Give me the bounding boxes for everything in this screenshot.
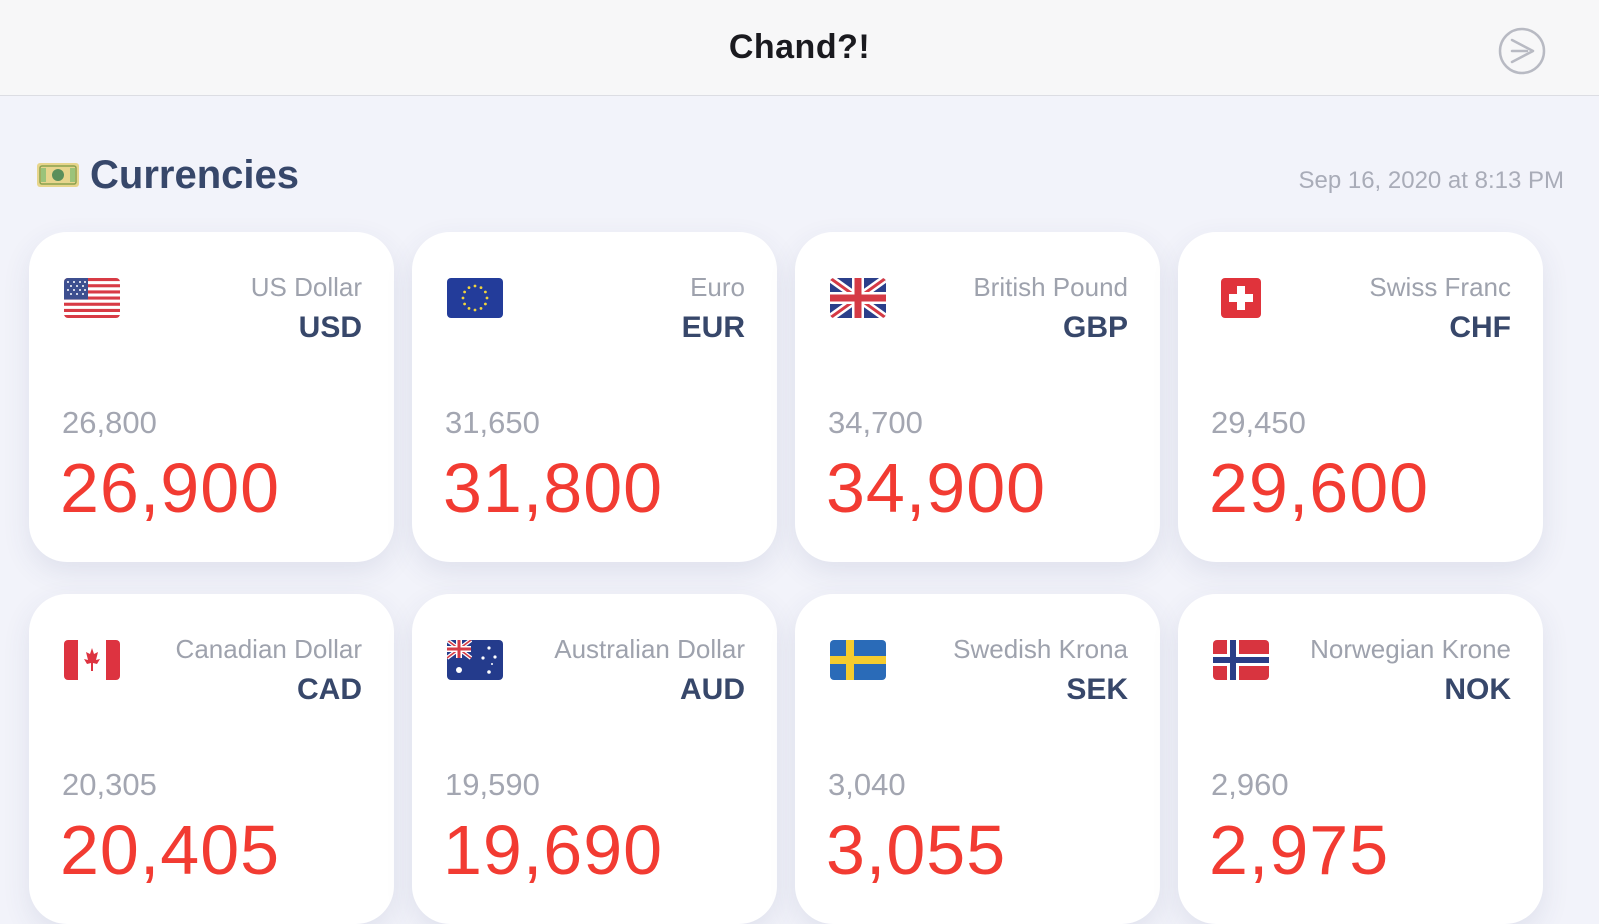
buy-price: 3,040 [828,767,906,802]
currency-code: CHF [1449,311,1511,344]
sell-price: 34,900 [826,449,1047,527]
currency-card-gbp[interactable]: British Pound GBP 34,700 34,900 [795,232,1160,562]
australia-flag-icon [447,640,503,680]
currency-code: NOK [1444,673,1511,706]
currency-code: USD [298,311,362,344]
swiss-flag-icon [1221,278,1261,318]
buy-price: 31,650 [445,405,540,440]
canada-flag-icon [64,640,120,680]
currency-code: GBP [1062,311,1128,344]
banknote-icon [37,163,79,187]
sell-price: 20,405 [60,811,281,889]
buy-price: 26,800 [62,405,157,440]
currency-name: Euro [690,272,745,302]
sell-price: 19,690 [443,811,664,889]
currency-name: British Pound [973,272,1128,302]
section-header: Currencies [36,150,299,200]
uk-flag-icon [830,278,886,318]
currency-name: Canadian Dollar [175,634,362,664]
currency-grid: US Dollar USD 26,800 26,900 Euro EUR 31,… [29,232,1570,924]
app-title: Chand?! [728,28,871,66]
currency-card-chf[interactable]: Swiss Franc CHF 29,450 29,600 [1178,232,1543,562]
currency-name: US Dollar [250,272,362,302]
currency-card-nok[interactable]: Norwegian Krone NOK 2,960 2,975 [1178,594,1543,924]
currency-code: CAD [297,673,362,706]
us-flag-icon [64,278,120,318]
currency-name: Norwegian Krone [1310,634,1511,664]
last-updated-timestamp: Sep 16, 2020 at 8:13 PM [1298,167,1564,194]
share-button[interactable] [1497,26,1547,76]
sell-price: 31,800 [443,449,664,527]
currency-card-cad[interactable]: Canadian Dollar CAD 20,305 20,405 [29,594,394,924]
buy-price: 34,700 [828,405,923,440]
currency-card-sek[interactable]: Swedish Krona SEK 3,040 3,055 [795,594,1160,924]
buy-price: 19,590 [445,767,540,802]
currency-code: AUD [680,673,745,706]
buy-price: 20,305 [62,767,157,802]
currency-name: Australian Dollar [554,634,745,664]
buy-price: 2,960 [1211,767,1289,802]
sell-price: 3,055 [826,811,1007,889]
currency-card-aud[interactable]: Australian Dollar AUD 19,590 19,690 [412,594,777,924]
currency-card-usd[interactable]: US Dollar USD 26,800 26,900 [29,232,394,562]
currency-name: Swedish Krona [953,634,1128,664]
sell-price: 2,975 [1209,811,1390,889]
norway-flag-icon [1213,640,1269,680]
sweden-flag-icon [830,640,886,680]
sell-price: 29,600 [1209,449,1430,527]
currency-card-eur[interactable]: Euro EUR 31,650 31,800 [412,232,777,562]
sell-price: 26,900 [60,449,281,527]
navigation-bar: Chand?! [0,0,1599,96]
eu-flag-icon [447,278,503,318]
buy-price: 29,450 [1211,405,1306,440]
currency-name: Swiss Franc [1369,272,1511,302]
currency-code: SEK [1066,673,1128,706]
currency-code: EUR [681,311,745,344]
section-title: Currencies [90,152,299,197]
share-circle-icon [1498,27,1546,75]
